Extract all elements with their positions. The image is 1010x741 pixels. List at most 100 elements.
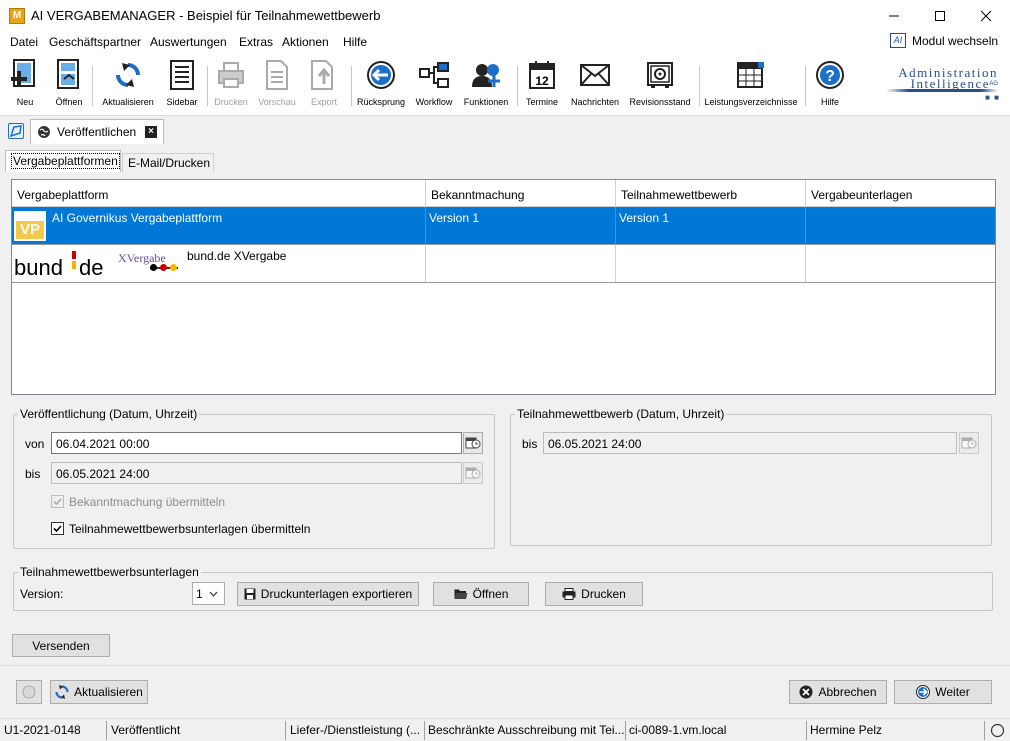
button-label: Öffnen: [472, 587, 509, 601]
status-bar: U1-2021-0148 Veröffentlicht Liefer-/Dien…: [0, 718, 1010, 741]
toolbar-sidebar-button[interactable]: Sidebar: [164, 58, 200, 114]
menu-aktionen[interactable]: Aktionen: [282, 35, 329, 49]
toolbar-functions-button[interactable]: Funktionen: [463, 58, 509, 114]
close-button[interactable]: [963, 0, 1009, 31]
toolbar-label: Funktionen: [463, 97, 509, 107]
toolbar-service-directories-button[interactable]: Leistungsverzeichnisse: [704, 58, 798, 114]
menu-hilfe[interactable]: Hilfe: [343, 35, 367, 49]
cell-bekanntmachung: Version 1: [426, 207, 616, 244]
toolbar-refresh-button[interactable]: Aktualisieren: [100, 58, 156, 114]
teilnahme-checkbox[interactable]: [51, 522, 64, 535]
version-label: Version:: [20, 587, 64, 601]
table-row[interactable]: bund de XVergabe bund.de XVergabe: [12, 245, 995, 283]
tab-close-icon[interactable]: ×: [145, 126, 157, 138]
preview-icon: [261, 58, 293, 92]
status-separator: [106, 721, 107, 740]
toolbar-label: Sidebar: [166, 97, 198, 107]
refresh-button[interactable]: Aktualisieren: [50, 680, 148, 704]
document-tabs: Veröffentlichen ×: [0, 117, 1010, 144]
column-header-teilnahmewettbewerb[interactable]: Teilnahmewettbewerb: [616, 180, 806, 207]
logo-swoosh: [886, 89, 998, 92]
toolbar-preview-button[interactable]: Vorschau: [257, 58, 297, 114]
refresh-icon: [112, 58, 144, 92]
status-indicator-button[interactable]: [16, 680, 42, 704]
menu-auswertungen[interactable]: Auswertungen: [150, 35, 227, 49]
menu-datei[interactable]: Datei: [10, 35, 38, 49]
calendar-icon: 12: [526, 58, 558, 92]
tw-bis-date-input[interactable]: 06.05.2021 24:00: [543, 432, 957, 454]
circle-icon: [22, 685, 36, 699]
tab-email-drucken[interactable]: E-Mail/Drucken: [122, 153, 214, 172]
toolbar-revision-button[interactable]: Revisionsstand: [628, 58, 692, 114]
button-label: Abbrechen: [818, 685, 877, 699]
status-type: Liefer-/Dienstleistung (...: [290, 723, 421, 737]
status-state: Veröffentlicht: [111, 723, 181, 737]
minimize-button[interactable]: [871, 0, 917, 31]
send-button[interactable]: Versenden: [12, 634, 110, 657]
von-date-input[interactable]: 06.04.2021 00:00: [51, 432, 462, 454]
tab-overview-icon[interactable]: [8, 123, 24, 139]
von-calendar-button[interactable]: [463, 432, 483, 454]
column-header-platform[interactable]: Vergabeplattform: [12, 180, 426, 207]
cell-teilnahmewettbewerb: [616, 245, 806, 282]
toolbar-label: Termine: [525, 97, 558, 107]
menu-geschaeftspartner[interactable]: Geschäftspartner: [49, 35, 141, 49]
status-separator: [285, 721, 286, 740]
button-label: Druckunterlagen exportieren: [260, 587, 413, 601]
status-procedure-number: U1-2021-0148: [4, 723, 81, 737]
export-print-documents-button[interactable]: Druckunterlagen exportieren: [237, 582, 419, 606]
safe-icon: [644, 58, 676, 92]
module-switch-button[interactable]: AI Modul wechseln: [890, 33, 998, 48]
help-icon: ?: [814, 58, 846, 92]
bis-calendar-button[interactable]: [463, 462, 483, 484]
toolbar-print-button[interactable]: Drucken: [213, 58, 249, 114]
participation-group: Teilnahmewettbewerb (Datum, Uhrzeit): [510, 407, 992, 546]
cancel-button[interactable]: Abbrechen: [789, 680, 887, 704]
tab-vergabeplattformen[interactable]: Vergabeplattformen: [5, 150, 121, 172]
app-icon: M: [9, 8, 25, 24]
next-button[interactable]: Weiter: [894, 680, 992, 704]
toolbar-separator: [207, 66, 208, 106]
tw-bis-label: bis: [522, 437, 538, 451]
logo-dots: ■ ■: [985, 93, 1000, 102]
column-header-bekanntmachung[interactable]: Bekanntmachung: [426, 180, 616, 207]
bis-label: bis: [25, 467, 41, 481]
back-arrow-icon: [365, 58, 397, 92]
toolbar-back-button[interactable]: Rücksprung: [357, 58, 405, 114]
version-select[interactable]: 1: [192, 582, 225, 605]
toolbar-open-button[interactable]: Öffnen: [54, 58, 84, 114]
publication-group-title: Veröffentlichung (Datum, Uhrzeit): [20, 407, 198, 421]
open-documents-button[interactable]: Öffnen: [433, 582, 529, 606]
toolbar-label: Revisionsstand: [629, 97, 691, 107]
tw-bis-calendar-button[interactable]: [959, 432, 979, 454]
bis-date-input[interactable]: 06.05.2021 24:00: [51, 462, 462, 484]
toolbar-label: Nachrichten: [570, 97, 620, 107]
bekanntmachung-checkbox[interactable]: [51, 495, 64, 508]
toolbar-export-button[interactable]: Export: [306, 58, 342, 114]
envelope-icon: [579, 58, 611, 92]
button-label: Aktualisieren: [74, 685, 143, 699]
maximize-button[interactable]: [917, 0, 963, 31]
table-row[interactable]: VP AI Governikus Vergabeplattform Versio…: [12, 207, 995, 245]
menu-extras[interactable]: Extras: [239, 35, 273, 49]
toolbar-workflow-button[interactable]: Workflow: [413, 58, 455, 114]
toolbar-separator: [699, 66, 700, 106]
toolbar-calendar-button[interactable]: 12 Termine: [524, 58, 560, 114]
toolbar-new-button[interactable]: Neu: [10, 58, 40, 114]
column-header-vergabeunterlagen[interactable]: Vergabeunterlagen: [806, 180, 995, 207]
toolbar-separator: [517, 66, 518, 106]
calendar-day: 12: [535, 74, 549, 88]
printer-icon: [215, 58, 247, 92]
print-documents-button[interactable]: Drucken: [545, 582, 643, 606]
toolbar-messages-button[interactable]: Nachrichten: [569, 58, 621, 114]
folder-icon: [454, 589, 468, 599]
cell-vergabeunterlagen: [806, 245, 995, 282]
cell-platform: VP AI Governikus Vergabeplattform: [12, 207, 426, 244]
toolbar-help-button[interactable]: ? Hilfe: [812, 58, 848, 114]
forward-arrow-icon: [916, 685, 931, 699]
minimize-icon: [889, 15, 899, 16]
status-server: ci-0089-1.vm.local: [629, 723, 727, 737]
tab-veroeffentlichen[interactable]: Veröffentlichen ×: [30, 119, 164, 144]
cell-platform: bund de XVergabe bund.de XVergabe: [12, 245, 426, 282]
toolbar-label: Öffnen: [55, 97, 83, 107]
